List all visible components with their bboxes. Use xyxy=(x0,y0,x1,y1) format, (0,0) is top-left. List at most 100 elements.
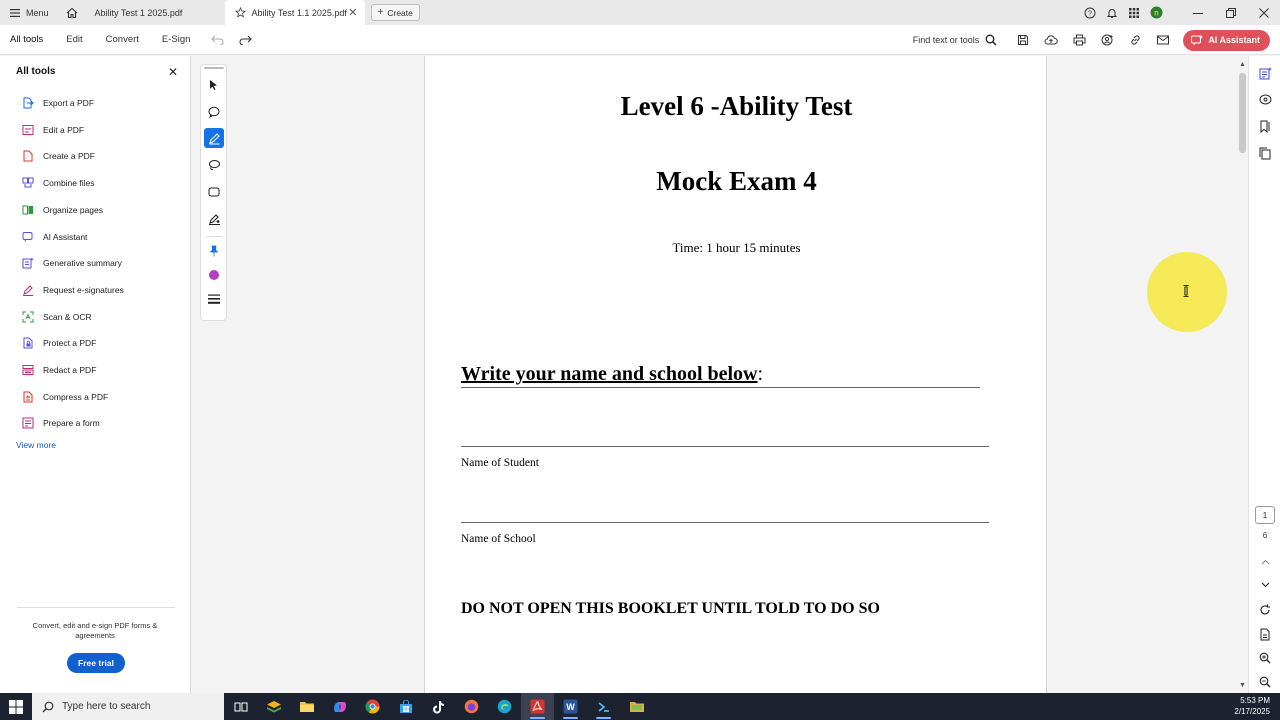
mail-icon xyxy=(1157,35,1170,45)
document-viewport[interactable]: Level 6 -Ability Test Mock Exam 4 Time: … xyxy=(192,56,1237,693)
tab-convert[interactable]: Convert xyxy=(96,25,139,55)
upload-cloud-button[interactable] xyxy=(1037,25,1065,55)
terminal-app-icon[interactable] xyxy=(587,693,620,720)
clock-time: 5:53 PM xyxy=(1240,696,1270,705)
tool-item-compress-pdf[interactable]: Compress a PDF xyxy=(22,388,108,406)
generative-summary-icon[interactable] xyxy=(1257,65,1273,81)
scroll-up-icon[interactable]: ▲ xyxy=(1237,59,1248,69)
clock-date: 2/17/2025 xyxy=(1234,707,1270,716)
comment-tool-icon[interactable] xyxy=(204,102,224,122)
help-icon[interactable]: ? xyxy=(1079,0,1101,25)
print-button[interactable] xyxy=(1065,25,1093,55)
share-user-button[interactable] xyxy=(1093,25,1121,55)
firefox-icon[interactable] xyxy=(455,693,488,720)
zoom-out-icon[interactable] xyxy=(1257,674,1273,690)
zoom-in-icon[interactable] xyxy=(1257,650,1273,666)
create-button[interactable]: + Create xyxy=(370,4,420,21)
title-bar: Menu Ability Test 1 2025.pdf Ability Tes… xyxy=(0,0,1280,25)
school-name-line xyxy=(461,522,989,523)
free-trial-button[interactable]: Free trial xyxy=(67,653,125,673)
bookmarks-icon[interactable] xyxy=(1257,118,1273,134)
tab-document-1[interactable]: Ability Test 1 2025.pdf xyxy=(85,0,225,25)
write-heading-text: Write your name and school below xyxy=(461,363,758,385)
scroll-thumb[interactable] xyxy=(1239,73,1246,153)
acrobat-taskbar-icon[interactable] xyxy=(521,693,554,720)
tool-item-protect-pdf[interactable]: Protect a PDF xyxy=(22,334,96,352)
scroll-down-icon[interactable]: ▼ xyxy=(1237,680,1248,690)
tool-item-redact-pdf[interactable]: Redact a PDF xyxy=(22,361,96,379)
minimize-button[interactable] xyxy=(1181,0,1214,25)
star-icon[interactable] xyxy=(234,7,246,18)
line-weight-icon[interactable] xyxy=(204,289,224,309)
redo-button[interactable] xyxy=(231,35,259,45)
system-clock[interactable]: 5:53 PM 2/17/2025 xyxy=(1234,695,1270,717)
close-window-button[interactable] xyxy=(1247,0,1280,25)
email-button[interactable] xyxy=(1149,25,1177,55)
tool-item-combine-files[interactable]: Combine files xyxy=(22,174,95,192)
vertical-scrollbar[interactable]: ▲ ▼ xyxy=(1237,56,1248,693)
lasso-draw-tool-icon[interactable] xyxy=(204,155,224,175)
tool-item-prepare-form[interactable]: Prepare a form xyxy=(22,414,100,432)
restore-button[interactable] xyxy=(1214,0,1247,25)
previous-page-icon[interactable] xyxy=(1257,554,1273,570)
tool-item-label: Prepare a form xyxy=(43,418,100,429)
apps-grid-icon[interactable] xyxy=(1123,0,1145,25)
microsoft-store-icon[interactable] xyxy=(389,693,422,720)
windows-taskbar: Type here to search W 5:53 PM 2/17/2025 xyxy=(0,693,1280,720)
edge-icon[interactable] xyxy=(488,693,521,720)
copilot-icon[interactable] xyxy=(323,693,356,720)
page-thumbnails-icon[interactable] xyxy=(1257,145,1273,161)
undo-button[interactable] xyxy=(203,35,231,45)
next-page-icon[interactable] xyxy=(1257,577,1273,593)
save-button[interactable] xyxy=(1009,25,1037,55)
layers-app-icon[interactable] xyxy=(257,693,290,720)
task-view-icon[interactable] xyxy=(224,693,257,720)
file-explorer-icon[interactable] xyxy=(290,693,323,720)
folder-app-icon[interactable] xyxy=(620,693,653,720)
pdf-page: Level 6 -Ability Test Mock Exam 4 Time: … xyxy=(424,56,1047,693)
export-pdf-icon xyxy=(22,97,34,109)
tool-item-export-pdf[interactable]: Export a PDF xyxy=(22,94,94,112)
share-user-icon xyxy=(1101,34,1113,46)
shape-tool-icon[interactable] xyxy=(204,182,224,202)
tool-item-generative-summary[interactable]: Generative summary xyxy=(22,254,122,272)
tab-all-tools[interactable]: All tools xyxy=(0,25,43,55)
current-page-input[interactable]: 1 xyxy=(1255,506,1275,524)
start-button[interactable] xyxy=(0,693,32,720)
view-more-link[interactable]: View more xyxy=(16,440,56,450)
drag-handle[interactable] xyxy=(204,67,224,69)
word-icon[interactable]: W xyxy=(554,693,587,720)
minimize-icon xyxy=(1192,12,1203,14)
ai-assistant-button[interactable]: AI Assistant xyxy=(1183,29,1270,51)
highlight-pen-tool-icon[interactable] xyxy=(204,128,224,148)
page-fit-icon[interactable] xyxy=(1257,626,1273,642)
taskbar-search-box[interactable]: Type here to search xyxy=(32,693,224,720)
avatar[interactable]: n xyxy=(1145,0,1167,25)
pin-tool-icon[interactable] xyxy=(204,241,224,261)
tool-item-organize-pages[interactable]: Organize pages xyxy=(22,201,103,219)
signature-tool-icon[interactable] xyxy=(204,209,224,229)
hamburger-icon xyxy=(10,8,20,17)
tab-document-2[interactable]: Ability Test 1.1 2025.pdf ✕ xyxy=(224,0,365,25)
tool-item-ai-assistant[interactable]: AI Assistant xyxy=(22,228,87,246)
comments-icon[interactable] xyxy=(1257,92,1273,108)
copy-link-button[interactable] xyxy=(1121,25,1149,55)
chrome-icon[interactable] xyxy=(356,693,389,720)
color-picker-icon[interactable] xyxy=(204,265,224,285)
rotate-icon[interactable] xyxy=(1257,602,1273,618)
tab-esign[interactable]: E-Sign xyxy=(152,25,191,55)
tab-close-icon[interactable]: ✕ xyxy=(348,6,357,19)
tool-item-edit-pdf[interactable]: Edit a PDF xyxy=(22,121,84,139)
school-name-label: Name of School xyxy=(461,533,536,545)
tab-edit[interactable]: Edit xyxy=(56,25,82,55)
panel-close-icon[interactable]: ✕ xyxy=(168,65,178,79)
menu-button[interactable]: Menu xyxy=(0,0,59,25)
find-button[interactable]: Find text or tools xyxy=(913,34,998,46)
notifications-icon[interactable] xyxy=(1101,0,1123,25)
select-tool-icon[interactable] xyxy=(204,75,224,95)
home-button[interactable] xyxy=(59,0,85,25)
tiktok-icon[interactable] xyxy=(422,693,455,720)
tool-item-create-pdf[interactable]: Create a PDF xyxy=(22,147,95,165)
tool-item-request-esignatures[interactable]: Request e-signatures xyxy=(22,281,124,299)
tool-item-scan-ocr[interactable]: Scan & OCR xyxy=(22,308,92,326)
